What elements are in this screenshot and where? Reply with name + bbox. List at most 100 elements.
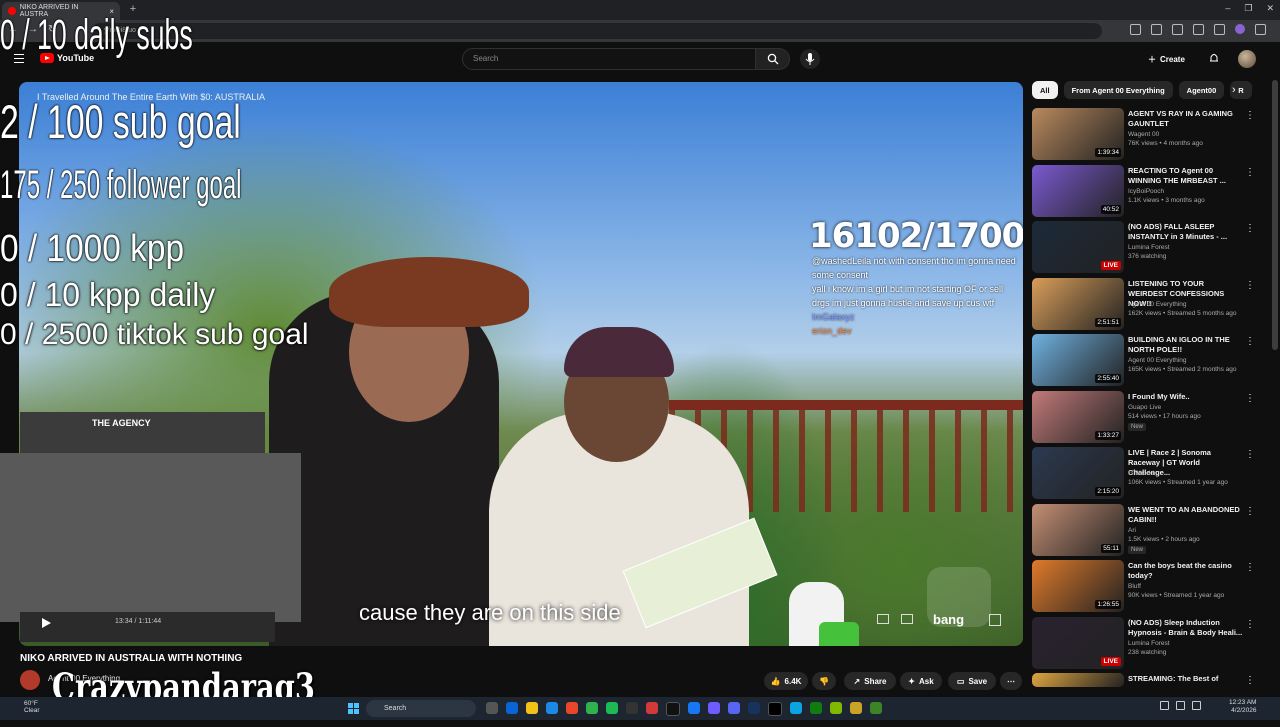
- task-view-icon[interactable]: [486, 702, 498, 714]
- video-thumbnail[interactable]: LIVE: [1032, 616, 1124, 669]
- more-options-icon[interactable]: ⋮: [1245, 167, 1255, 178]
- steam-icon[interactable]: [748, 702, 760, 714]
- more-options-icon[interactable]: ⋮: [1245, 506, 1255, 517]
- minimize-button[interactable]: –: [1225, 3, 1230, 14]
- recommendation-title[interactable]: Can the boys beat the casino today?: [1128, 561, 1244, 581]
- app-icon[interactable]: [688, 702, 700, 714]
- chip-agent00[interactable]: Agent00: [1178, 81, 1225, 99]
- more-actions-button[interactable]: ⋯: [1000, 672, 1022, 690]
- close-window-button[interactable]: ✕: [1266, 3, 1274, 14]
- taskbar-search[interactable]: Search: [366, 700, 476, 717]
- sidebar-icon[interactable]: [1214, 24, 1225, 35]
- subtitles-icon[interactable]: [901, 614, 913, 624]
- recommendation-channel[interactable]: Agent 00 Everything: [1128, 357, 1187, 364]
- recommendation-item[interactable]: 40:52 REACTING TO Agent 00 WINNING THE MR…: [1032, 164, 1272, 219]
- video-thumbnail[interactable]: 40:52: [1032, 164, 1124, 217]
- edge-icon[interactable]: [506, 702, 518, 714]
- app-icon[interactable]: [830, 702, 842, 714]
- chip-all[interactable]: All: [1032, 81, 1058, 99]
- video-thumbnail[interactable]: 1:39:34: [1032, 108, 1124, 160]
- play-icon[interactable]: [42, 618, 51, 628]
- recommendation-channel[interactable]: Wagent 00: [1128, 131, 1159, 138]
- recommendation-item[interactable]: 55:11 WE WENT TO AN ABANDONED CABIN!! Ari 1…: [1032, 503, 1272, 558]
- recommendation-item[interactable]: 1:39:34 AGENT VS RAY IN A GAMING GAUNTLET…: [1032, 108, 1272, 162]
- save-button[interactable]: ▭ Save: [948, 672, 996, 690]
- recommendation-channel[interactable]: Agent 00 Everything: [1128, 301, 1187, 308]
- wifi-icon[interactable]: [1176, 701, 1185, 710]
- tiktok-icon[interactable]: [666, 702, 680, 716]
- recommendation-title[interactable]: I Found My Wife..: [1128, 392, 1244, 402]
- menu-dots-icon[interactable]: [1255, 24, 1266, 35]
- recommendation-item[interactable]: LIVE (NO ADS) Sleep Induction Hypnosis - …: [1032, 616, 1272, 671]
- tray-chevron-icon[interactable]: [1160, 701, 1169, 710]
- video-thumbnail[interactable]: 2:51:51: [1032, 277, 1124, 330]
- more-options-icon[interactable]: ⋮: [1245, 223, 1255, 234]
- recommendation-title[interactable]: (NO ADS) Sleep Induction Hypnosis - Brai…: [1128, 618, 1244, 638]
- dislike-button[interactable]: 👎: [812, 672, 836, 690]
- recommendation-item[interactable]: 1:33:27 I Found My Wife.. Guapo Live 514 vi…: [1032, 390, 1272, 445]
- recommendation-item[interactable]: 2:51:51 LISTENING TO YOUR WEIRDEST CONFES…: [1032, 277, 1272, 332]
- profile-icon[interactable]: [1235, 24, 1245, 34]
- video-thumbnail[interactable]: 1:26:55: [1032, 560, 1124, 612]
- recommendation-title[interactable]: (NO ADS) FALL ASLEEP INSTANTLY in 3 Minu…: [1128, 222, 1244, 242]
- file-explorer-icon[interactable]: [526, 702, 538, 714]
- app-icon[interactable]: [768, 702, 782, 716]
- xbox-icon[interactable]: [810, 702, 822, 714]
- app-icon[interactable]: [708, 702, 720, 714]
- minecraft-icon[interactable]: [870, 702, 882, 714]
- recommendation-channel[interactable]: GTWorld: [1128, 470, 1154, 477]
- video-thumbnail[interactable]: 55:11: [1032, 503, 1124, 556]
- more-options-icon[interactable]: ⋮: [1245, 562, 1255, 573]
- url-field[interactable]: y/mQi8tuo: [92, 23, 1102, 39]
- video-thumbnail[interactable]: 2:15:20: [1032, 447, 1124, 499]
- notifications-bell-icon[interactable]: [1208, 52, 1220, 64]
- app-icon[interactable]: [646, 702, 658, 714]
- recommendation-title[interactable]: WE WENT TO AN ABANDONED CABIN!!: [1128, 505, 1244, 525]
- recommendation-item[interactable]: 1:26:55 Can the boys beat the casino toda…: [1032, 560, 1272, 614]
- fullscreen-icon[interactable]: [989, 614, 1001, 626]
- weather-widget[interactable]: 60°F Clear: [24, 700, 40, 714]
- video-thumbnail[interactable]: [1032, 673, 1124, 687]
- video-thumbnail[interactable]: LIVE: [1032, 221, 1124, 273]
- ask-button[interactable]: ✦ Ask: [900, 672, 942, 690]
- more-options-icon[interactable]: ⋮: [1245, 449, 1255, 460]
- windows-start-icon[interactable]: [348, 703, 359, 714]
- account-avatar[interactable]: [1238, 50, 1256, 68]
- recommendation-item[interactable]: LIVE (NO ADS) FALL ASLEEP INSTANTLY in 3 …: [1032, 221, 1272, 275]
- office-icon[interactable]: [566, 702, 578, 714]
- cast-icon[interactable]: [1130, 24, 1141, 35]
- video-thumbnail[interactable]: 2:55:40: [1032, 334, 1124, 386]
- search-button[interactable]: [756, 48, 790, 70]
- recommendation-title[interactable]: STREAMING: The Best of: [1128, 674, 1244, 684]
- more-options-icon[interactable]: ⋮: [1245, 110, 1255, 121]
- voice-search-button[interactable]: [800, 49, 820, 69]
- more-options-icon[interactable]: ⋮: [1245, 336, 1255, 347]
- recommendation-item[interactable]: 2:55:40 BUILDING AN IGLOO IN THE NORTH PO…: [1032, 334, 1272, 388]
- recommendation-channel[interactable]: Lumina Forest: [1128, 640, 1170, 647]
- more-options-icon[interactable]: ⋮: [1245, 393, 1255, 404]
- recommendation-title[interactable]: AGENT VS RAY IN A GAMING GAUNTLET: [1128, 109, 1244, 129]
- create-button[interactable]: ＋ Create: [1148, 50, 1185, 68]
- recommendation-title[interactable]: BUILDING AN IGLOO IN THE NORTH POLE!!: [1128, 335, 1244, 355]
- search-input[interactable]: Search: [462, 48, 756, 70]
- chip-from-channel[interactable]: From Agent 00 Everything: [1063, 81, 1173, 99]
- more-options-icon[interactable]: ⋮: [1245, 619, 1255, 630]
- recommendation-title[interactable]: REACTING TO Agent 00 WINNING THE MRBEAST…: [1128, 166, 1244, 186]
- chrome-icon[interactable]: [586, 702, 598, 714]
- recommendation-channel[interactable]: Bluff: [1128, 583, 1141, 590]
- zoom-icon[interactable]: [1151, 24, 1162, 35]
- chevron-right-icon[interactable]: ›: [1232, 84, 1236, 96]
- recommendation-channel[interactable]: Lumina Forest: [1128, 244, 1170, 251]
- share-button[interactable]: ↗ Share: [844, 672, 896, 690]
- recommendation-item[interactable]: 2:15:20 LIVE | Race 2 | Sonoma Raceway | …: [1032, 447, 1272, 501]
- bookmark-star-icon[interactable]: [1172, 24, 1183, 35]
- maximize-button[interactable]: ❐: [1244, 3, 1252, 14]
- app-icon[interactable]: [790, 702, 802, 714]
- app-icon[interactable]: [850, 702, 862, 714]
- spotify-icon[interactable]: [606, 702, 618, 714]
- like-button[interactable]: 👍 6.4K: [764, 672, 808, 690]
- taskbar-clock[interactable]: 12:23 AM 4/2/2026: [1229, 699, 1256, 715]
- more-options-icon[interactable]: ⋮: [1245, 280, 1255, 291]
- recommendation-channel[interactable]: IcyBoiPooch: [1128, 188, 1164, 195]
- channel-avatar[interactable]: [20, 670, 40, 690]
